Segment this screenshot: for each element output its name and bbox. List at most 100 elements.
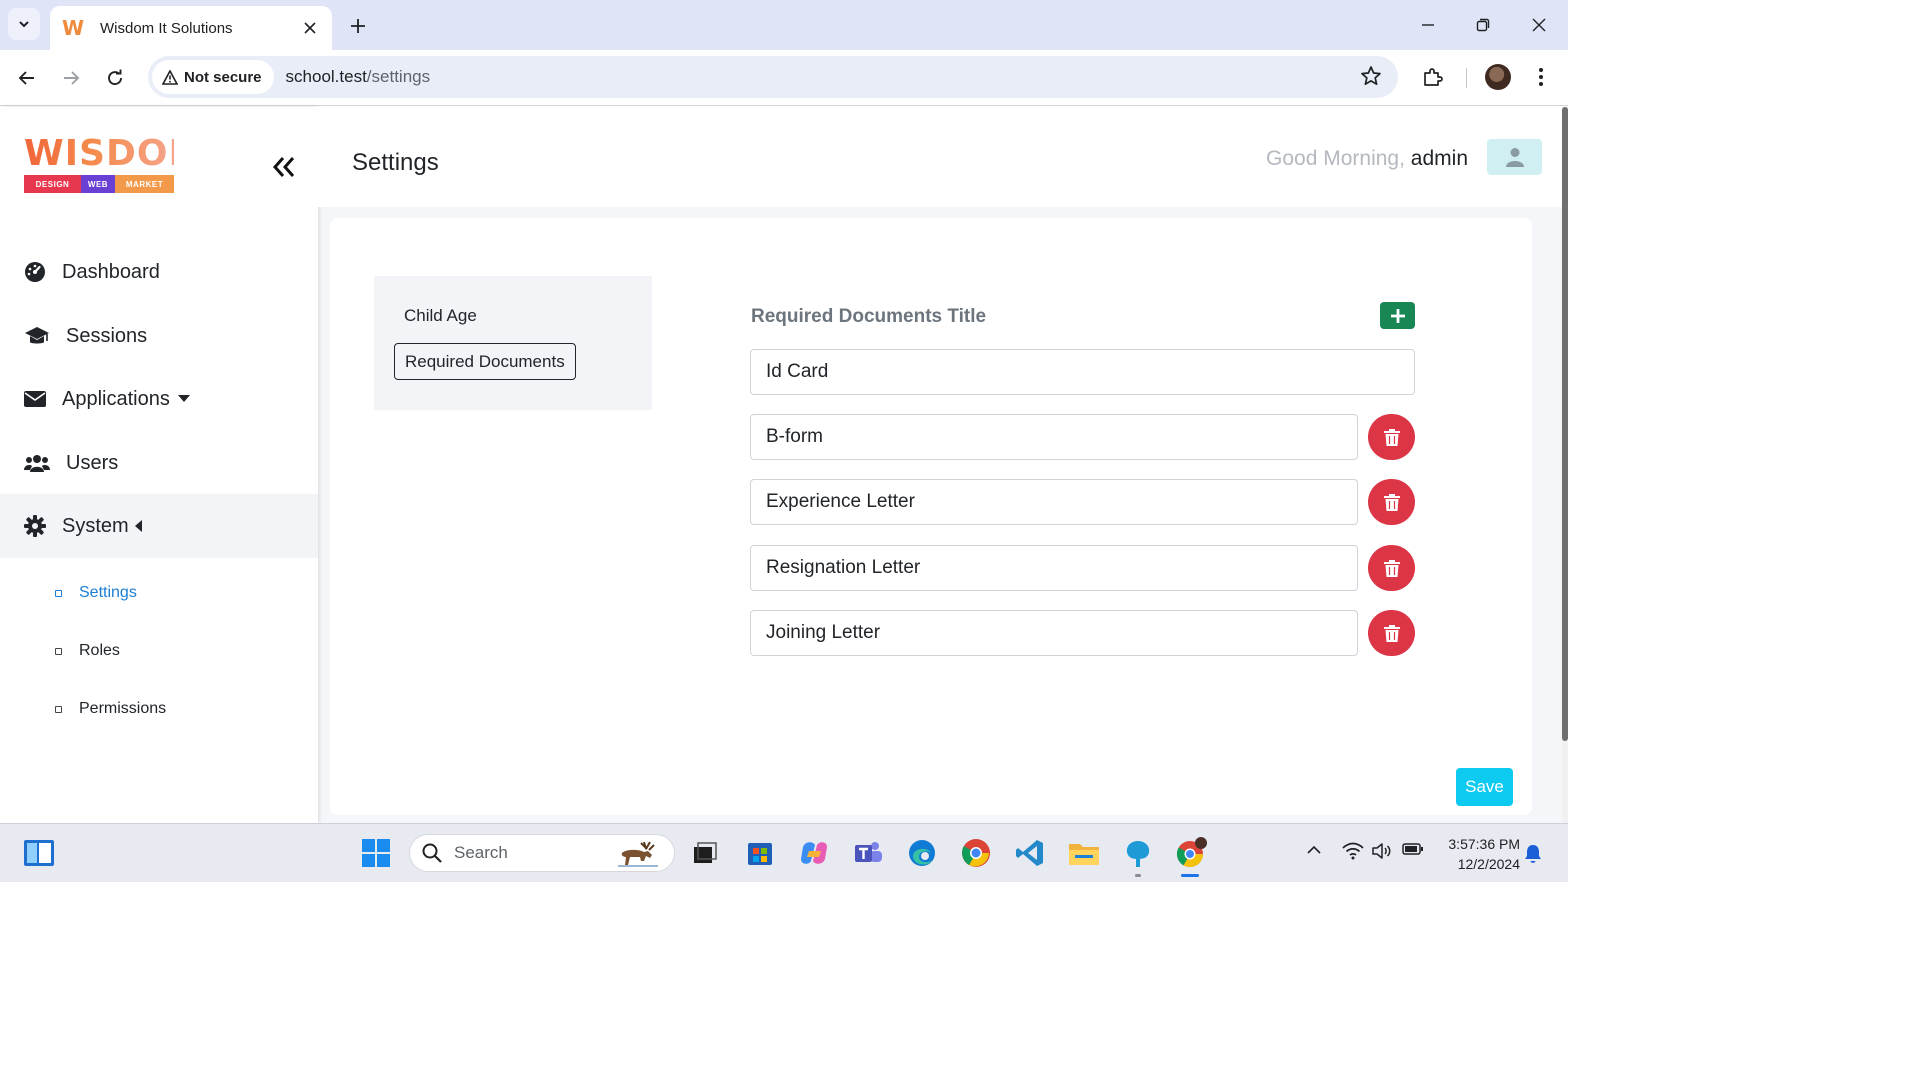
chrome-profile-icon[interactable] (1174, 836, 1208, 870)
envelope-icon (24, 387, 52, 411)
greeting-text: Good Morning, (1266, 147, 1405, 170)
sidebar-item-system[interactable]: System (0, 494, 318, 558)
sidebar-label-applications: Applications (62, 387, 170, 410)
users-icon (24, 451, 52, 475)
logo-word: WISDOM (24, 133, 206, 174)
chevron-up-icon[interactable] (1306, 842, 1322, 858)
delete-document-button[interactable] (1368, 479, 1415, 525)
address-bar[interactable]: Not secure school.test/settings (148, 56, 1398, 98)
search-icon (422, 843, 442, 863)
logo-tag-strip: DESIGN WEB MARKET (24, 175, 174, 193)
teams-icon[interactable] (851, 836, 885, 870)
task-view-icon[interactable] (688, 836, 722, 870)
graduation-cap-icon (24, 324, 52, 348)
sidebar-item-dashboard[interactable]: Dashboard (0, 240, 318, 304)
sidebar-subitem-roles[interactable]: Roles (0, 631, 318, 671)
document-input[interactable] (750, 610, 1358, 656)
sidebar-label-sessions: Sessions (66, 324, 148, 347)
battery-icon[interactable] (1402, 842, 1424, 856)
sidebar-label-users: Users (66, 451, 119, 474)
greeting-username: admin (1410, 147, 1468, 170)
microsoft-store-icon[interactable] (743, 836, 777, 870)
document-input[interactable] (750, 414, 1358, 460)
restore-icon[interactable] (1468, 10, 1498, 40)
delete-document-button[interactable] (1368, 545, 1415, 591)
minimize-icon[interactable] (1413, 10, 1443, 40)
vscode-icon[interactable] (1013, 836, 1047, 870)
browser-tab-strip: W Wisdom It Solutions (0, 0, 1568, 50)
taskbar-clock[interactable]: 3:57:36 PM 12/2/2024 (1440, 834, 1520, 874)
sidebar-sublabel-permissions: Permissions (79, 700, 167, 717)
warning-triangle-icon (162, 69, 178, 85)
trash-icon (1383, 429, 1400, 446)
document-input[interactable] (750, 545, 1358, 591)
close-window-icon[interactable] (1524, 10, 1554, 40)
document-input[interactable] (750, 479, 1358, 525)
save-button[interactable]: Save (1456, 768, 1513, 806)
square-bullet-icon (55, 705, 62, 713)
required-documents-title: Required Documents Title (751, 306, 987, 327)
moose-illustration-icon (618, 841, 658, 867)
sidebar-item-sessions[interactable]: Sessions (0, 304, 318, 368)
toolbar-divider (1466, 68, 1467, 88)
sidebar-subitem-permissions[interactable]: Permissions (0, 689, 318, 729)
delete-document-button[interactable] (1368, 414, 1415, 460)
file-explorer-icon[interactable] (1067, 836, 1101, 870)
wisdom-logo[interactable]: WISDOM DESIGN WEB MARKET (24, 133, 206, 193)
chevron-down-icon (19, 21, 29, 28)
speaker-icon[interactable] (1372, 842, 1392, 860)
settings-nav-required-documents[interactable]: Required Documents (394, 343, 576, 380)
tab-title: Wisdom It Solutions (100, 19, 233, 37)
security-label: Not secure (184, 68, 262, 86)
sidebar-item-users[interactable]: Users (0, 431, 318, 495)
taskbar-search[interactable]: Search (409, 834, 675, 872)
windows-taskbar: Search 3:57:36 PM 12/2/2024 (0, 823, 1568, 882)
more-vertical-icon[interactable] (1528, 62, 1554, 92)
edge-browser-icon[interactable] (905, 836, 939, 870)
clock-date: 12/2/2024 (1457, 856, 1520, 872)
taskbar-search-placeholder: Search (454, 843, 508, 862)
page-header: Settings Good Morning, admin (318, 107, 1562, 207)
user-menu-button[interactable] (1487, 139, 1542, 175)
bookmark-star-icon[interactable] (1360, 65, 1382, 87)
plus-icon (1390, 308, 1405, 323)
new-tab-plus-icon[interactable] (344, 12, 372, 40)
notification-bell-icon[interactable] (1524, 844, 1542, 864)
caret-down-icon (178, 395, 190, 403)
active-app-indicator (1181, 874, 1199, 877)
wifi-icon[interactable] (1342, 842, 1364, 860)
security-chip[interactable]: Not secure (152, 60, 274, 94)
widgets-icon[interactable] (22, 836, 56, 870)
document-input[interactable] (750, 349, 1415, 395)
trash-icon (1383, 625, 1400, 642)
sidebar-item-applications[interactable]: Applications (0, 367, 318, 431)
profile-avatar[interactable] (1485, 64, 1511, 90)
sidebar-subitem-settings[interactable]: Settings (0, 573, 318, 613)
dashboard-icon (24, 260, 52, 284)
double-chevron-left-icon[interactable] (270, 153, 298, 181)
trash-icon (1383, 560, 1400, 577)
add-document-button[interactable] (1380, 302, 1415, 329)
reload-icon[interactable] (99, 62, 131, 94)
browser-tab[interactable]: W Wisdom It Solutions (50, 6, 332, 50)
windows-start-icon[interactable] (359, 836, 393, 870)
settings-nav-child-age[interactable]: Child Age (404, 306, 477, 326)
copilot-icon[interactable] (797, 836, 831, 870)
delete-document-button[interactable] (1368, 610, 1415, 656)
back-arrow-icon[interactable] (11, 62, 43, 94)
greeting: Good Morning, admin (1266, 147, 1468, 171)
sidebar-sublabel-roles: Roles (79, 642, 120, 659)
settings-nav: Child Age Required Documents (374, 276, 652, 410)
page-scrollbar-thumb[interactable] (1562, 107, 1568, 741)
square-bullet-icon (55, 647, 62, 655)
logo-tag-market: MARKET (115, 175, 174, 193)
extensions-puzzle-icon[interactable] (1418, 62, 1448, 92)
browser-toolbar: Not secure school.test/settings (0, 50, 1568, 106)
close-tab-icon[interactable] (300, 18, 320, 38)
app-tree-icon[interactable] (1121, 836, 1155, 870)
chrome-icon[interactable] (959, 836, 993, 870)
tab-search-button[interactable] (8, 8, 40, 40)
gear-icon (24, 514, 52, 538)
logo-tag-web: WEB (81, 175, 115, 193)
forward-arrow-icon[interactable] (55, 62, 87, 94)
